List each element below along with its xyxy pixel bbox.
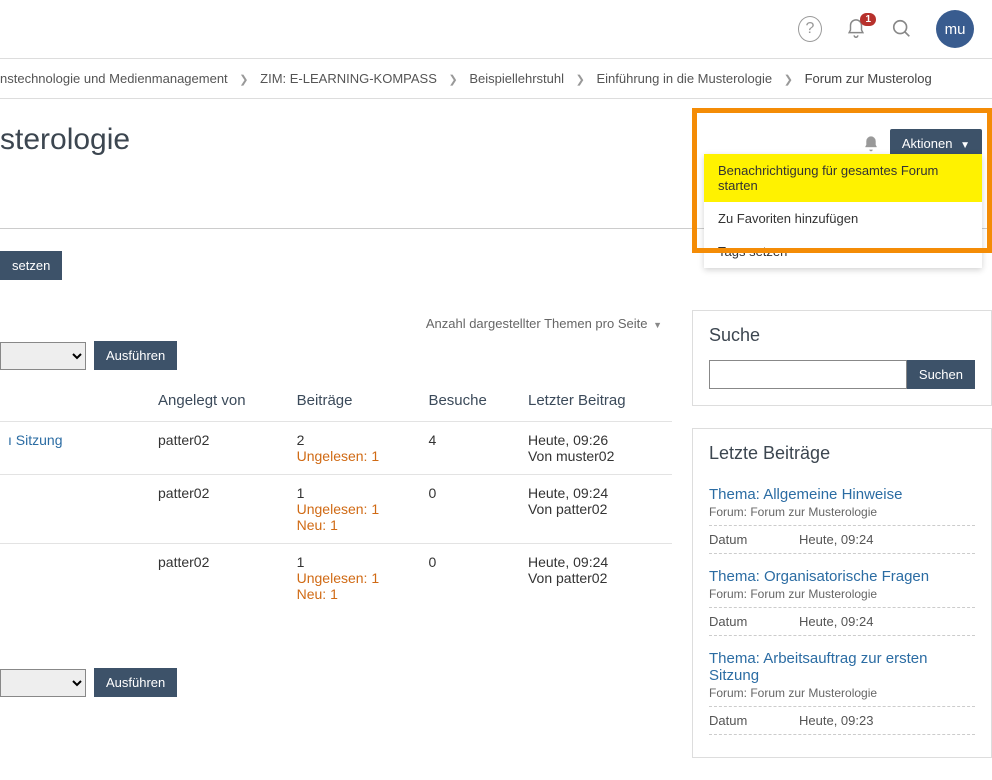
recent-item: Thema: Arbeitsauftrag zur ersten Sitzung… — [709, 642, 975, 741]
thread-visits: 4 — [420, 422, 520, 475]
table-row: patter02 1 Ungelesen: 1 Neu: 1 0 Heute, … — [0, 544, 672, 613]
title-row: sterologie Aktionen ▼ — [0, 99, 992, 158]
date-label: Datum — [709, 532, 799, 547]
recent-item-link[interactable]: Thema: Organisatorische Fragen — [709, 568, 975, 585]
recent-item-link[interactable]: Thema: Allgemeine Hinweise — [709, 486, 975, 503]
col-author[interactable]: Angelegt von — [150, 382, 289, 422]
notification-badge: 1 — [860, 13, 876, 26]
recent-item-forum: Forum: Forum zur Musterologie — [709, 686, 975, 700]
recent-item: Thema: Organisatorische Fragen Forum: Fo… — [709, 560, 975, 642]
search-title: Suche — [709, 325, 975, 346]
breadcrumb-item[interactable]: ZIM: E-LEARNING-KOMPASS — [260, 71, 437, 86]
thread-posts: 1 Ungelesen: 1 Neu: 1 — [289, 544, 421, 613]
thread-author: patter02 — [150, 544, 289, 613]
search-button[interactable]: Suchen — [907, 360, 975, 389]
thread-link[interactable]: ı Sitzung — [8, 432, 62, 448]
col-title — [0, 382, 150, 422]
search-block: Suche Suchen — [692, 310, 992, 406]
bulk-action-row-top: Ausführen — [0, 341, 672, 370]
action-add-favorite[interactable]: Zu Favoriten hinzufügen — [704, 202, 982, 235]
unread-count: Ungelesen: 1 — [297, 448, 413, 464]
recent-item-forum: Forum: Forum zur Musterologie — [709, 505, 975, 519]
avatar[interactable]: mu — [936, 10, 974, 48]
actions-wrap: Aktionen ▼ — [862, 123, 982, 158]
thread-last: Heute, 09:24 Von patter02 — [520, 475, 672, 544]
thread-posts: 1 Ungelesen: 1 Neu: 1 — [289, 475, 421, 544]
chevron-right-icon: ❯ — [784, 74, 793, 86]
new-count: Neu: 1 — [297, 586, 413, 602]
page-title: sterologie — [0, 123, 130, 157]
breadcrumb-current: Forum zur Musterolog — [805, 71, 932, 86]
recent-item-link[interactable]: Thema: Arbeitsauftrag zur ersten Sitzung — [709, 650, 975, 684]
date-label: Datum — [709, 713, 799, 728]
col-posts[interactable]: Beiträge — [289, 382, 421, 422]
recent-item-date: Heute, 09:23 — [799, 713, 873, 728]
avatar-text: mu — [945, 21, 966, 38]
unread-count: Ungelesen: 1 — [297, 501, 413, 517]
recent-posts-block: Letzte Beiträge Thema: Allgemeine Hinwei… — [692, 428, 992, 758]
per-page-label: Anzahl dargestellter Themen pro Seite — [426, 316, 648, 331]
bulk-action-select[interactable] — [0, 669, 86, 697]
recent-item-forum: Forum: Forum zur Musterologie — [709, 587, 975, 601]
recent-item-date: Heute, 09:24 — [799, 614, 873, 629]
bell-icon[interactable] — [862, 135, 880, 153]
date-label: Datum — [709, 614, 799, 629]
execute-button[interactable]: Ausführen — [94, 668, 177, 697]
threads-panel: Anzahl dargestellter Themen pro Seite ▼ … — [0, 310, 672, 780]
notifications-icon[interactable]: 1 — [844, 17, 868, 41]
bulk-action-select[interactable] — [0, 342, 86, 370]
breadcrumb-item[interactable]: Einführung in die Musterologie — [596, 71, 772, 86]
thread-last: Heute, 09:24 Von patter02 — [520, 544, 672, 613]
search-icon[interactable] — [890, 17, 914, 41]
col-last[interactable]: Letzter Beitrag — [520, 382, 672, 422]
main-content: Anzahl dargestellter Themen pro Seite ▼ … — [0, 310, 992, 780]
thread-posts: 2 Ungelesen: 1 — [289, 422, 421, 475]
setzen-button[interactable]: setzen — [0, 251, 62, 280]
actions-dropdown: Benachrichtigung für gesamtes Forum star… — [704, 154, 982, 268]
actions-button-label: Aktionen — [902, 136, 953, 151]
thread-author: patter02 — [150, 475, 289, 544]
recent-item-date: Heute, 09:24 — [799, 532, 873, 547]
threads-table: Angelegt von Beiträge Besuche Letzter Be… — [0, 382, 672, 612]
help-icon[interactable]: ? — [798, 17, 822, 41]
col-visits[interactable]: Besuche — [420, 382, 520, 422]
table-row: patter02 1 Ungelesen: 1 Neu: 1 0 Heute, … — [0, 475, 672, 544]
new-count: Neu: 1 — [297, 517, 413, 533]
table-row: ı Sitzung patter02 2 Ungelesen: 1 4 Heut… — [0, 422, 672, 475]
chevron-right-icon: ❯ — [239, 74, 248, 86]
thread-visits: 0 — [420, 544, 520, 613]
breadcrumb: nstechnologie und Medienmanagement ❯ ZIM… — [0, 58, 992, 99]
unread-count: Ungelesen: 1 — [297, 570, 413, 586]
search-input[interactable] — [709, 360, 907, 389]
breadcrumb-item[interactable]: Beispiellehrstuhl — [469, 71, 564, 86]
bulk-action-row-bottom: Ausführen — [0, 668, 672, 697]
action-set-tags[interactable]: Tags setzen — [704, 235, 982, 268]
caret-down-icon: ▼ — [653, 320, 662, 330]
thread-last: Heute, 09:26 Von muster02 — [520, 422, 672, 475]
chevron-right-icon: ❯ — [576, 74, 585, 86]
action-start-notification[interactable]: Benachrichtigung für gesamtes Forum star… — [704, 154, 982, 202]
thread-author: patter02 — [150, 422, 289, 475]
execute-button[interactable]: Ausführen — [94, 341, 177, 370]
recent-title: Letzte Beiträge — [709, 443, 975, 464]
chevron-right-icon: ❯ — [449, 74, 458, 86]
sidebar: Suche Suchen Letzte Beiträge Thema: Allg… — [692, 310, 992, 780]
breadcrumb-item[interactable]: nstechnologie und Medienmanagement — [0, 71, 228, 86]
per-page-selector[interactable]: Anzahl dargestellter Themen pro Seite ▼ — [0, 310, 672, 337]
topbar: ? 1 mu — [0, 0, 992, 58]
recent-item: Thema: Allgemeine Hinweise Forum: Forum … — [709, 478, 975, 560]
caret-down-icon: ▼ — [960, 140, 970, 151]
thread-visits: 0 — [420, 475, 520, 544]
